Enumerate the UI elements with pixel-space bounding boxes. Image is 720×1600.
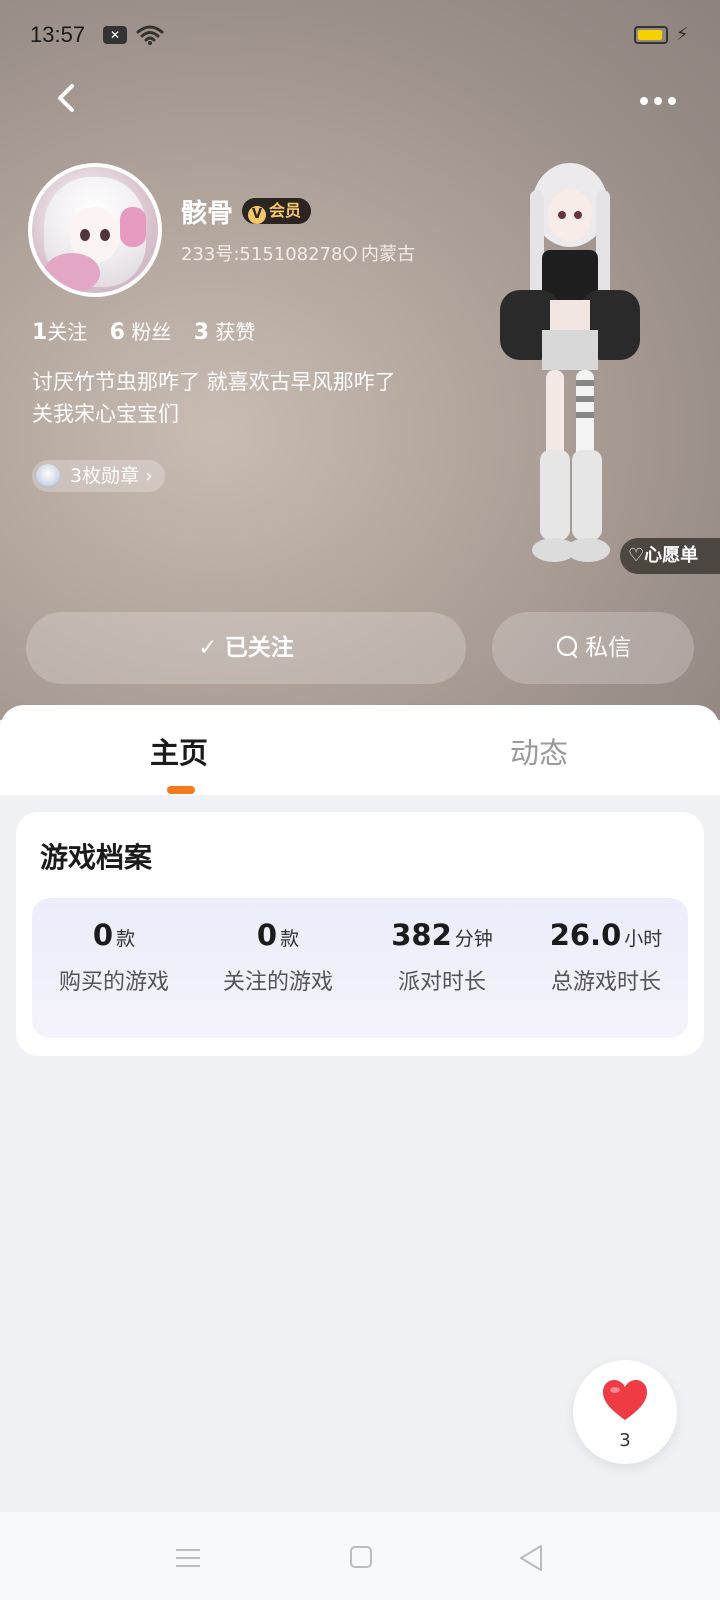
active-tab-indicator bbox=[167, 786, 195, 794]
wifi-icon bbox=[136, 25, 164, 45]
bio-line: 关我宋心宝宝们 bbox=[32, 402, 179, 426]
tab-home[interactable]: 主页 bbox=[150, 730, 208, 772]
chat-bubble-icon bbox=[556, 635, 578, 659]
message-label: 私信 bbox=[585, 635, 631, 661]
stat-likes-label: 获赞 bbox=[215, 320, 256, 344]
check-icon: ✓ bbox=[198, 635, 225, 661]
stat-value: 382 bbox=[391, 918, 452, 952]
stat-following[interactable]: 1关注 bbox=[32, 316, 87, 345]
message-button[interactable]: 私信 bbox=[492, 612, 694, 684]
game-profile-card: 游戏档案 0款 购买的游戏 0款 关注的游戏 382 分钟 派对时长 26.0 小时… bbox=[16, 812, 704, 1056]
tab-bar bbox=[0, 705, 720, 795]
stat-label: 购买的游戏 bbox=[58, 970, 169, 995]
avatar[interactable] bbox=[28, 163, 162, 297]
badges-button[interactable]: 3枚勋章 › bbox=[32, 460, 165, 492]
vip-label: 会员 bbox=[269, 201, 302, 220]
followed-label: 已关注 bbox=[224, 635, 294, 661]
tab-feed[interactable]: 动态 bbox=[510, 730, 568, 772]
stat-party-time[interactable]: 382 分钟 派对时长 bbox=[360, 918, 524, 996]
stat-likes[interactable]: 3 获赞 bbox=[194, 316, 256, 345]
stat-followers[interactable]: 6 粉丝 bbox=[110, 316, 172, 345]
bio-line: 讨厌竹节虫那咋了 就喜欢古早风那咋了 bbox=[32, 370, 396, 394]
back-arrow-icon[interactable] bbox=[50, 80, 86, 116]
stat-label: 派对时长 bbox=[397, 970, 486, 995]
charging-icon: ⚡ bbox=[676, 24, 689, 45]
location-icon bbox=[343, 246, 357, 262]
heart-icon bbox=[603, 1380, 647, 1420]
vip-icon: V bbox=[248, 206, 266, 224]
stat-purchased-games[interactable]: 0款 购买的游戏 bbox=[32, 918, 196, 996]
game-stats-panel: 0款 购买的游戏 0款 关注的游戏 382 分钟 派对时长 26.0 小时 总游戏时… bbox=[32, 898, 688, 1038]
vip-badge[interactable]: V 会员 bbox=[242, 198, 312, 224]
stat-value: 26.0 bbox=[549, 918, 622, 952]
chevron-right-icon: › bbox=[145, 465, 153, 487]
heart-outline-icon: ♡ bbox=[628, 545, 645, 566]
status-time: 13:57 bbox=[30, 22, 86, 47]
stat-followers-count: 6 bbox=[109, 320, 125, 345]
profile-stats: 1关注 6 粉丝 3 获赞 bbox=[32, 316, 271, 345]
home-square-icon[interactable] bbox=[350, 1546, 372, 1568]
stat-unit: 分钟 bbox=[454, 928, 493, 950]
stat-unit: 款 bbox=[116, 928, 136, 950]
battery-icon bbox=[634, 26, 668, 44]
stat-following-count: 1 bbox=[32, 320, 48, 345]
menu-icon[interactable] bbox=[176, 1548, 200, 1568]
stat-total-game-time[interactable]: 26.0 小时 总游戏时长 bbox=[524, 918, 688, 996]
location: 内蒙古 bbox=[343, 240, 415, 266]
stat-following-label: 关注 bbox=[47, 320, 88, 344]
more-options-icon[interactable] bbox=[640, 90, 686, 106]
badge-icon bbox=[36, 464, 60, 488]
stat-unit: 小时 bbox=[624, 928, 663, 950]
user-id: 233号:515108278 bbox=[181, 244, 343, 265]
back-triangle-icon[interactable] bbox=[518, 1544, 544, 1572]
stat-value: 0 bbox=[92, 918, 114, 952]
like-count: 3 bbox=[619, 1430, 631, 1451]
bio: 讨厌竹节虫那咋了 就喜欢古早风那咋了 关我宋心宝宝们 bbox=[32, 366, 452, 430]
wishlist-label: 心愿单 bbox=[644, 545, 699, 566]
status-bar: 13:57 ✕ ⚡ bbox=[0, 0, 720, 70]
badges-label: 3枚勋章 bbox=[70, 465, 140, 487]
stat-value: 0 bbox=[256, 918, 278, 952]
stat-likes-count: 3 bbox=[193, 320, 210, 345]
stat-unit: 款 bbox=[280, 928, 300, 950]
game-profile-title: 游戏档案 bbox=[40, 841, 153, 874]
profile-name: 骸骨 bbox=[181, 199, 234, 229]
stat-label: 总游戏时长 bbox=[550, 970, 661, 995]
stat-followed-games[interactable]: 0款 关注的游戏 bbox=[196, 918, 360, 996]
wishlist-button[interactable]: ♡心愿单 bbox=[620, 538, 720, 574]
followed-button[interactable]: ✓ 已关注 bbox=[26, 612, 466, 684]
location-text: 内蒙古 bbox=[361, 244, 415, 265]
avatar-character-figure[interactable] bbox=[470, 160, 670, 570]
notification-icon: ✕ bbox=[103, 26, 127, 44]
stat-followers-label: 粉丝 bbox=[131, 320, 172, 344]
stat-label: 关注的游戏 bbox=[222, 970, 333, 995]
like-fab-button[interactable]: 3 bbox=[573, 1360, 677, 1464]
